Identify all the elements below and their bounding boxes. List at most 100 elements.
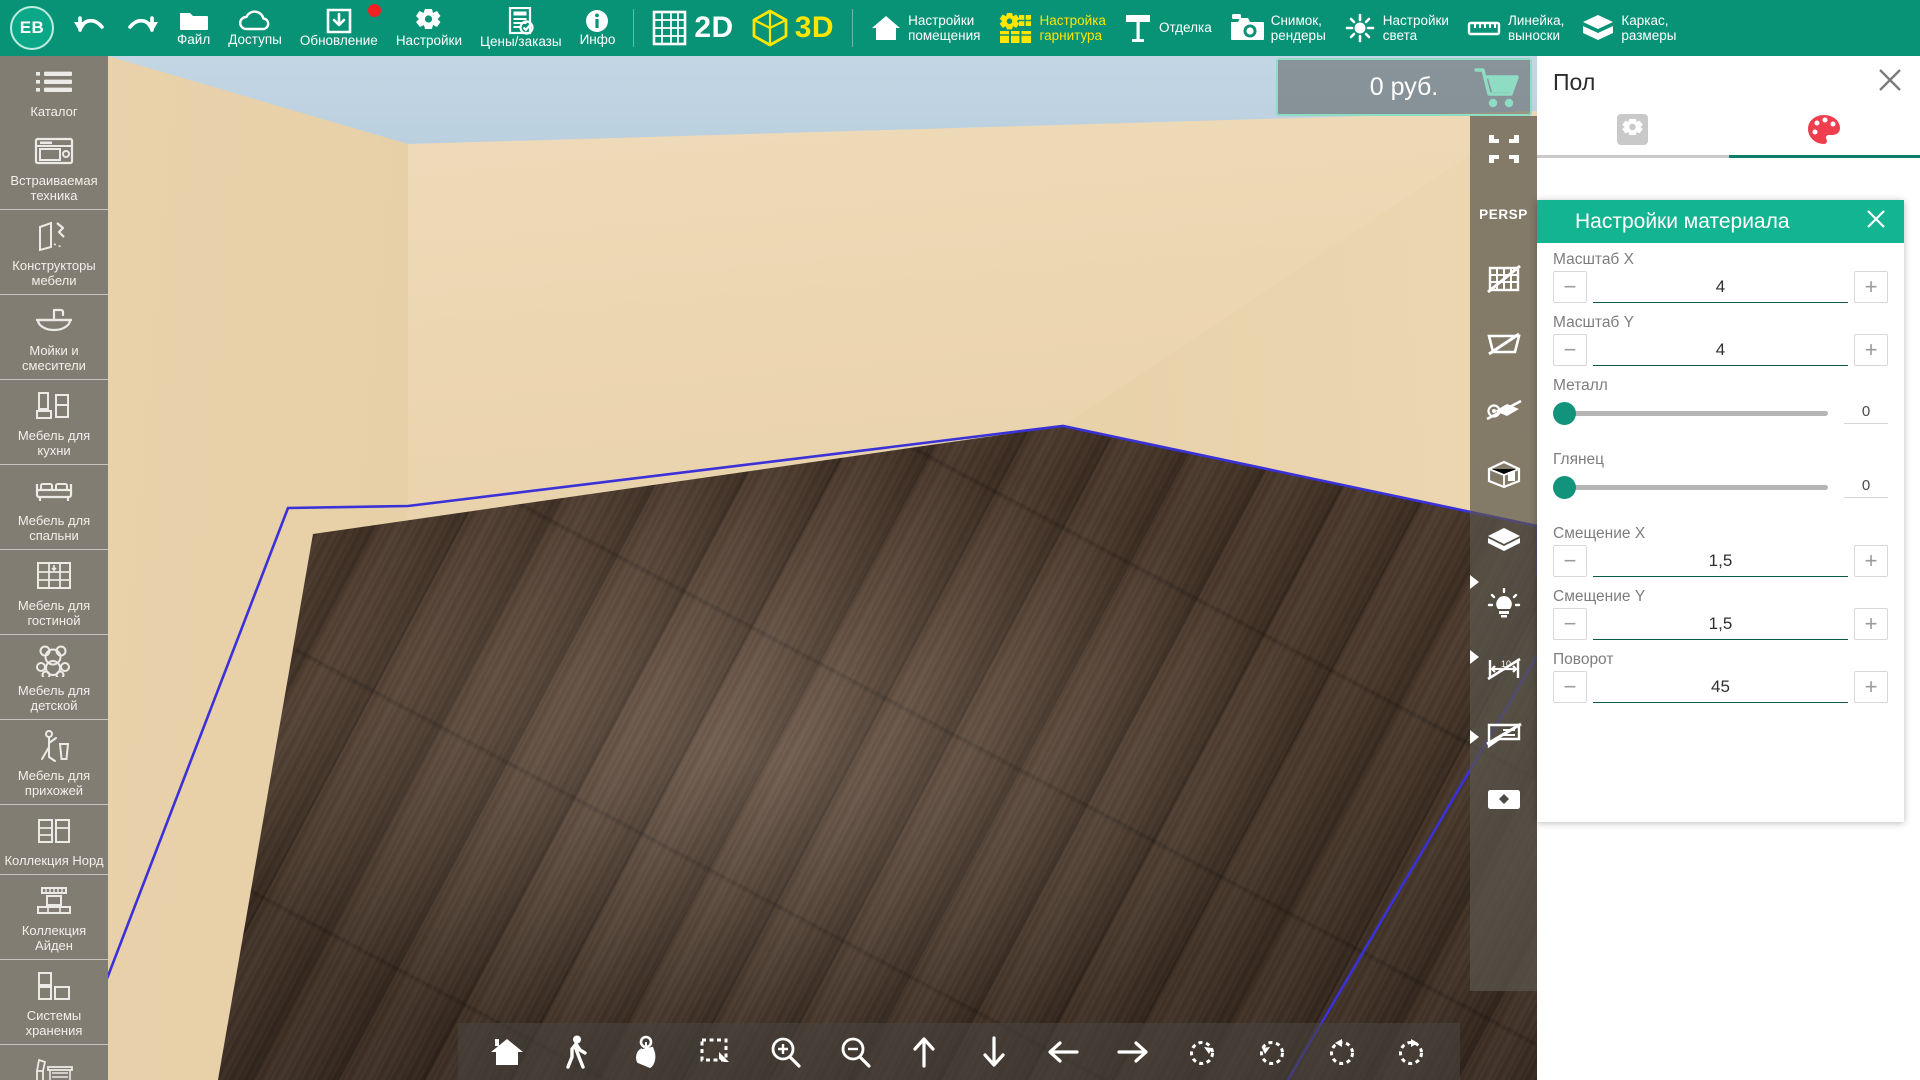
move-right-button[interactable] — [1109, 1028, 1157, 1076]
access-button[interactable]: Доступы — [219, 0, 291, 56]
frame-line2: размеры — [1621, 28, 1677, 43]
scale-x-value[interactable]: 4 — [1593, 277, 1848, 303]
metal-slider-knob[interactable] — [1553, 402, 1576, 425]
dimension-off-icon[interactable]: 10 — [1481, 646, 1527, 692]
gloss-slider-track[interactable] — [1553, 476, 1828, 499]
sidebar-item-living-furniture[interactable]: Мебель для гостиной — [0, 550, 108, 635]
sidebar-item-storage-systems[interactable]: Системы хранения — [0, 960, 108, 1045]
metal-value[interactable]: 0 — [1844, 403, 1888, 424]
sidebar-item-kids-furniture[interactable]: Мебель для детской — [0, 635, 108, 720]
offset-x-decrement-button[interactable]: − — [1553, 545, 1587, 577]
sidebar-item-collection-ayden[interactable]: Коллекция Айден — [0, 875, 108, 960]
offset-y-decrement-button[interactable]: − — [1553, 608, 1587, 640]
gloss-value[interactable]: 0 — [1844, 477, 1888, 498]
offset-y-value[interactable]: 1,5 — [1593, 614, 1848, 640]
furniture-setup-button[interactable]: Настройка гарнитура — [989, 0, 1114, 56]
scale-y-value[interactable]: 4 — [1593, 340, 1848, 366]
rotation-value[interactable]: 45 — [1593, 677, 1848, 703]
scale-y-decrement-button[interactable]: − — [1553, 334, 1587, 366]
ruler-line2: выноски — [1507, 28, 1561, 43]
frame-dimensions-button[interactable]: Каркас, размеры — [1573, 0, 1685, 56]
viewport-3d[interactable] — [108, 56, 1537, 1080]
stepper-scale-y: − 4 + — [1553, 334, 1888, 366]
home-view-button[interactable] — [483, 1028, 531, 1076]
floor-off-icon[interactable] — [1481, 386, 1527, 432]
sidebar-item-tables-chairs[interactable]: Столы и стулья — [0, 1045, 108, 1080]
stepper-offset-x: − 1,5 + — [1553, 545, 1888, 577]
offset-x-increment-button[interactable]: + — [1854, 545, 1888, 577]
tab-material[interactable] — [1728, 108, 1920, 158]
photo-icon[interactable] — [1481, 776, 1527, 822]
metal-slider-track[interactable] — [1553, 402, 1828, 425]
orbit-left-button[interactable] — [1248, 1028, 1296, 1076]
fit-screen-icon[interactable] — [1481, 126, 1527, 172]
sidebar-item-bedroom-furniture[interactable]: Мебель для спальни — [0, 465, 108, 550]
settings-button[interactable]: Настройки — [387, 0, 471, 56]
zoom-out-button[interactable] — [831, 1028, 879, 1076]
sidebar-item-furniture-builders[interactable]: Конструкторы мебели — [0, 210, 108, 295]
material-settings-title: Настройки материала — [1575, 209, 1790, 233]
offset-y-increment-button[interactable]: + — [1854, 608, 1888, 640]
offset-x-value[interactable]: 1,5 — [1593, 551, 1848, 577]
rotation-decrement-button[interactable]: − — [1553, 671, 1587, 703]
snapshot-renders-button[interactable]: Снимок, рендеры — [1221, 0, 1335, 56]
undo-button[interactable] — [64, 0, 116, 56]
zoom-in-button[interactable] — [761, 1028, 809, 1076]
panel-close-icon[interactable] — [1876, 66, 1904, 99]
room-settings-button[interactable]: Настройки помещения — [862, 0, 989, 56]
field-offset-x: Смещение X − 1,5 + — [1553, 525, 1888, 577]
move-down-button[interactable] — [970, 1028, 1018, 1076]
tab-properties[interactable] — [1537, 108, 1729, 158]
tool-caret-2 — [1470, 650, 1479, 664]
info-button[interactable]: Инфо — [571, 0, 625, 56]
invoice-icon — [508, 6, 534, 35]
walk-mode-button[interactable] — [552, 1028, 600, 1076]
shelf-icon — [35, 557, 73, 595]
room-settings-line2: помещения — [908, 28, 981, 43]
move-up-button[interactable] — [900, 1028, 948, 1076]
file-menu-button[interactable]: Файл — [168, 0, 219, 56]
grid-off-icon[interactable] — [1481, 256, 1527, 302]
scale-y-increment-button[interactable]: + — [1854, 334, 1888, 366]
update-label: Обновление — [299, 32, 378, 48]
scale-x-decrement-button[interactable]: − — [1553, 271, 1587, 303]
rotation-increment-button[interactable]: + — [1854, 671, 1888, 703]
light-settings-button[interactable]: Настройки света — [1335, 0, 1458, 56]
plane-off-icon[interactable] — [1481, 321, 1527, 367]
view-2d-button[interactable]: 2D — [643, 0, 742, 56]
move-left-button[interactable] — [1039, 1028, 1087, 1076]
view-3d-button[interactable]: 3D — [743, 0, 843, 56]
pan-mode-button[interactable] — [622, 1028, 670, 1076]
sidebar-item-kitchen-furniture[interactable]: Мебель для кухни — [0, 380, 108, 465]
sidebar-item-catalog[interactable]: Каталог — [0, 56, 108, 125]
finishing-button[interactable]: Отделка — [1115, 0, 1221, 56]
sidebar-item-collection-nord[interactable]: Коллекция Норд — [0, 805, 108, 875]
material-card-close-icon[interactable] — [1864, 207, 1888, 237]
solid-box-icon[interactable] — [1481, 516, 1527, 562]
rotate-ccw-button[interactable] — [1318, 1028, 1366, 1076]
bed-icon — [33, 472, 75, 510]
select-area-button[interactable] — [691, 1028, 739, 1076]
label-off-icon[interactable] — [1481, 711, 1527, 757]
ruler-callouts-button[interactable]: Линейка, выноски — [1458, 0, 1573, 56]
rotate-cw-button[interactable] — [1387, 1028, 1435, 1076]
scale-x-increment-button[interactable]: + — [1854, 271, 1888, 303]
orbit-right-button[interactable] — [1178, 1028, 1226, 1076]
prices-orders-button[interactable]: Цены/заказы — [471, 0, 571, 56]
update-button[interactable]: Обновление — [291, 0, 387, 56]
furniture-setup-line1: Настройка — [1039, 12, 1106, 28]
sidebar-item-built-in-appliances[interactable]: Встраиваемая техника — [0, 125, 108, 210]
sidebar-label-collection-nord: Коллекция Норд — [4, 853, 104, 868]
bulb-icon[interactable] — [1481, 581, 1527, 627]
gloss-slider-knob[interactable] — [1553, 476, 1576, 499]
user-avatar[interactable]: ЕВ — [10, 6, 54, 50]
stepper-rotation: − 45 + — [1553, 671, 1888, 703]
projection-mode-label[interactable]: PERSP — [1479, 191, 1527, 237]
price-badge[interactable]: 0 руб. — [1276, 58, 1532, 116]
field-rotation: Поворот − 45 + — [1553, 651, 1888, 703]
redo-button[interactable] — [116, 0, 168, 56]
room-icon[interactable] — [1481, 451, 1527, 497]
sidebar-item-sinks-faucets[interactable]: Мойки и смесители — [0, 295, 108, 380]
sidebar-item-hallway-furniture[interactable]: Мебель для прихожей — [0, 720, 108, 805]
